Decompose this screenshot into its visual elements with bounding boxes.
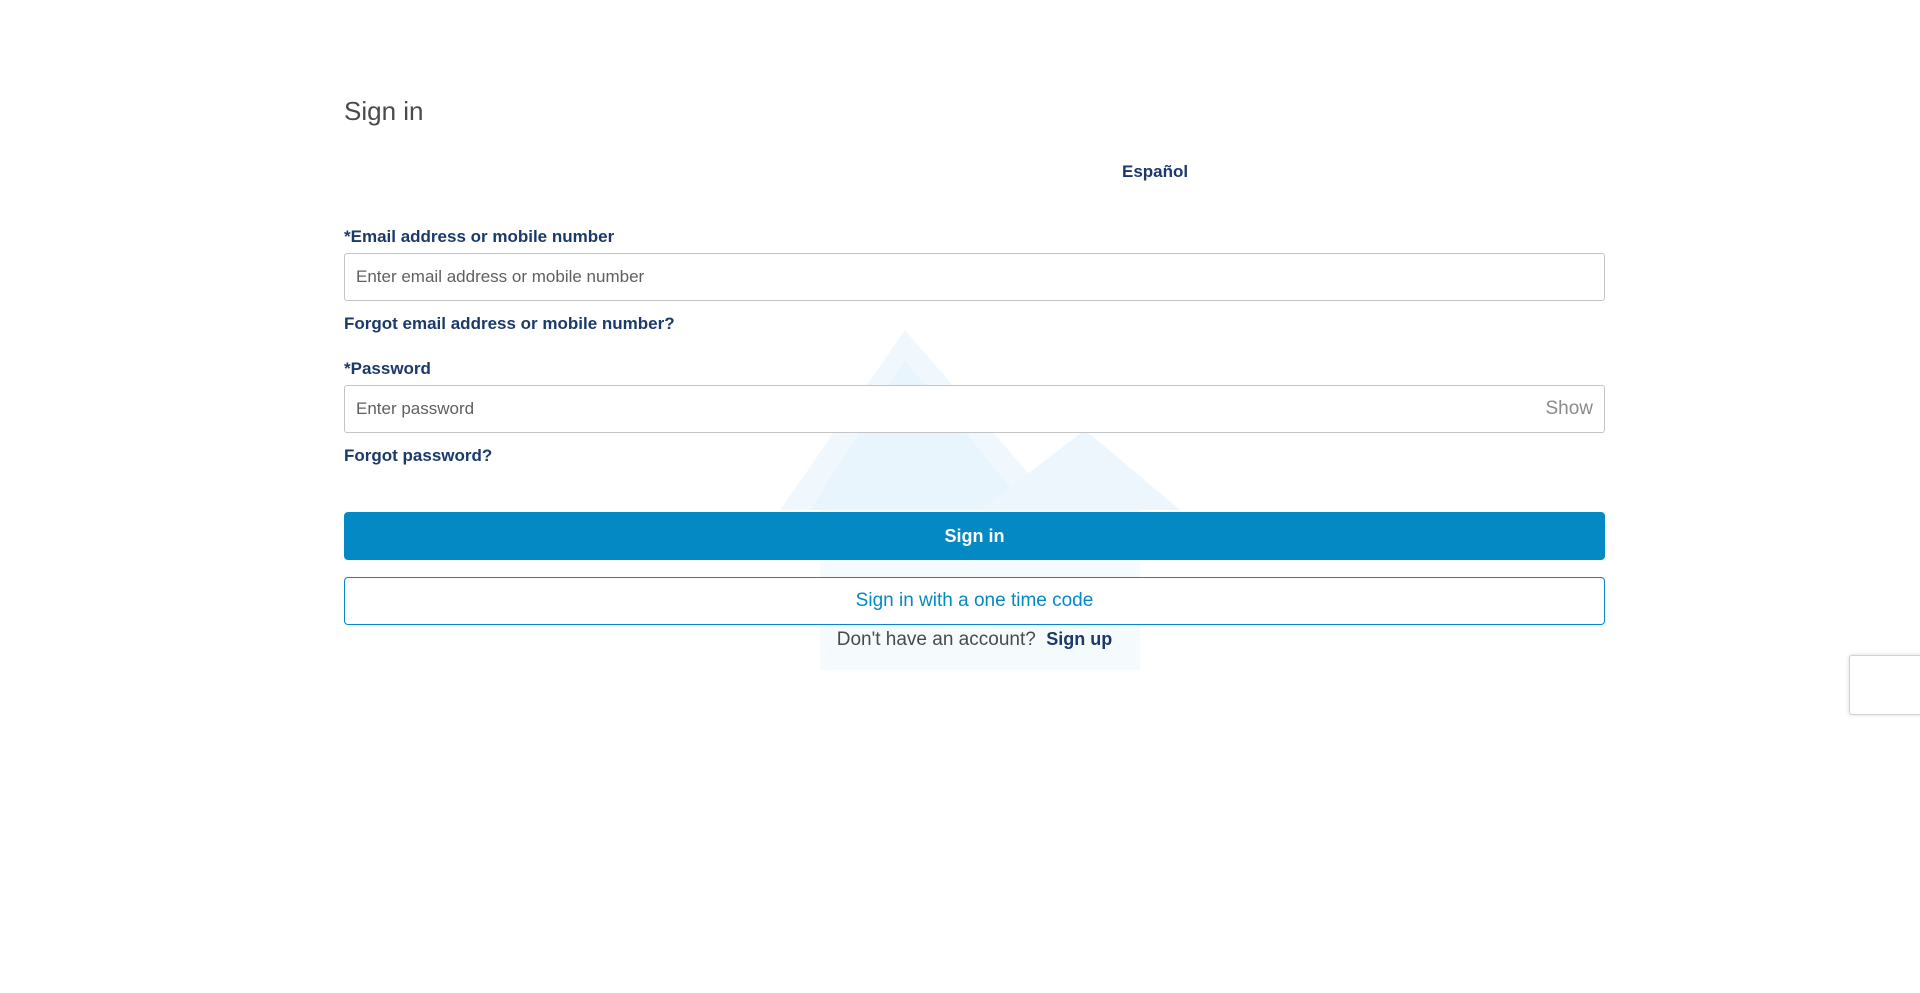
- sign-up-link[interactable]: Sign up: [1046, 629, 1112, 649]
- signup-row: Don't have an account? Sign up: [344, 626, 1605, 654]
- password-field[interactable]: [344, 385, 1605, 433]
- recaptcha-badge[interactable]: [1849, 655, 1920, 715]
- forgot-email-link[interactable]: Forgot email address or mobile number?: [344, 312, 675, 336]
- email-field[interactable]: [344, 253, 1605, 301]
- one-time-code-button[interactable]: Sign in with a one time code: [344, 577, 1605, 625]
- sign-in-button[interactable]: Sign in: [344, 512, 1605, 560]
- email-label: *Email address or mobile number: [344, 227, 615, 246]
- forgot-password-link[interactable]: Forgot password?: [344, 444, 492, 468]
- show-password-toggle[interactable]: Show: [1545, 385, 1593, 433]
- language-toggle-link[interactable]: Español: [1122, 160, 1188, 184]
- sign-in-page: Sign in Español *Email address or mobile…: [0, 0, 1920, 993]
- page-title: Sign in: [344, 96, 424, 126]
- signup-prompt: Don't have an account?: [836, 629, 1036, 650]
- password-label: *Password: [344, 359, 431, 378]
